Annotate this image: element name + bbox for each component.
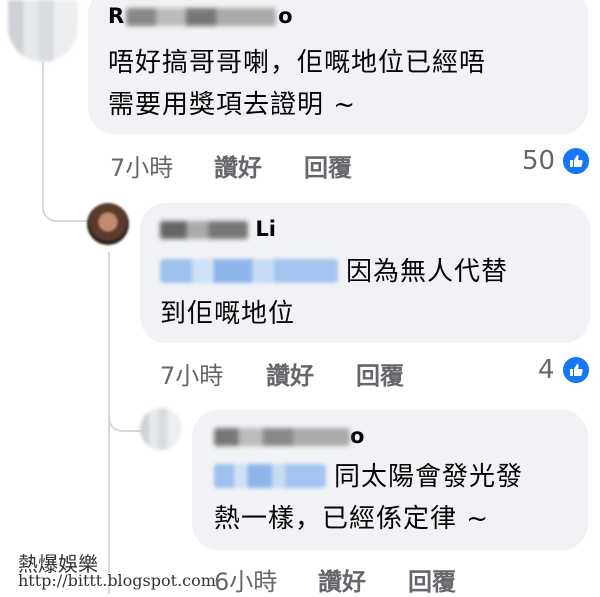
mentioned-user-link[interactable] — [160, 259, 338, 283]
mentioned-user-link[interactable] — [214, 464, 326, 488]
comment-text: 同太陽會發光發 熱一樣，已經係定律 ~ — [214, 462, 524, 534]
comment-bubble: o 同太陽會發光發 熱一樣，已經係定律 ~ — [192, 410, 588, 550]
thread-connector-reply-2 — [108, 402, 144, 432]
commenter-name[interactable]: o — [214, 424, 364, 448]
comment-time[interactable]: 7小時 — [160, 356, 266, 391]
blurred-name — [160, 221, 248, 239]
comment-bubble: Li 因為無人代替 到佢嘅地位 — [140, 203, 590, 343]
comment-actions: 7小時 讚好 回覆 — [160, 356, 404, 391]
reply-button[interactable]: 回覆 — [408, 562, 456, 597]
like-button[interactable]: 讚好 — [266, 356, 356, 391]
avatar[interactable] — [87, 203, 129, 245]
comment-actions: 6小時 讚好 回覆 — [214, 562, 456, 597]
thread-line-main — [42, 62, 44, 202]
comment-time[interactable]: 7小時 — [110, 148, 214, 183]
like-thumb-icon — [561, 146, 592, 176]
reply-button[interactable]: 回覆 — [304, 148, 352, 183]
watermark-url: http://bittt.blogspot.com — [18, 571, 216, 590]
blurred-name — [214, 428, 350, 446]
reaction-count[interactable]: 4 — [538, 355, 591, 385]
reaction-count[interactable]: 50 — [522, 146, 592, 176]
comment-text: 唔好搞哥哥喇，佢嘅地位已經唔 需要用獎項去證明 ~ — [108, 48, 487, 120]
comment-actions: 7小時 讚好 回覆 — [110, 148, 352, 183]
like-thumb-icon — [560, 355, 591, 385]
avatar[interactable] — [8, 0, 78, 62]
reply-button[interactable]: 回覆 — [356, 356, 404, 391]
avatar[interactable] — [140, 408, 182, 450]
comment-bubble: Ro 唔好搞哥哥喇，佢嘅地位已經唔 需要用獎項去證明 ~ — [88, 0, 588, 134]
like-button[interactable]: 讚好 — [214, 148, 304, 183]
comment-time[interactable]: 6小時 — [214, 562, 318, 597]
like-button[interactable]: 讚好 — [318, 562, 408, 597]
thread-connector-reply-1 — [42, 190, 88, 222]
comment-text: 因為無人代替 到佢嘅地位 — [160, 257, 509, 329]
commenter-name[interactable]: Ro — [108, 4, 293, 28]
blurred-name — [126, 8, 277, 26]
commenter-name[interactable]: Li — [160, 217, 276, 241]
